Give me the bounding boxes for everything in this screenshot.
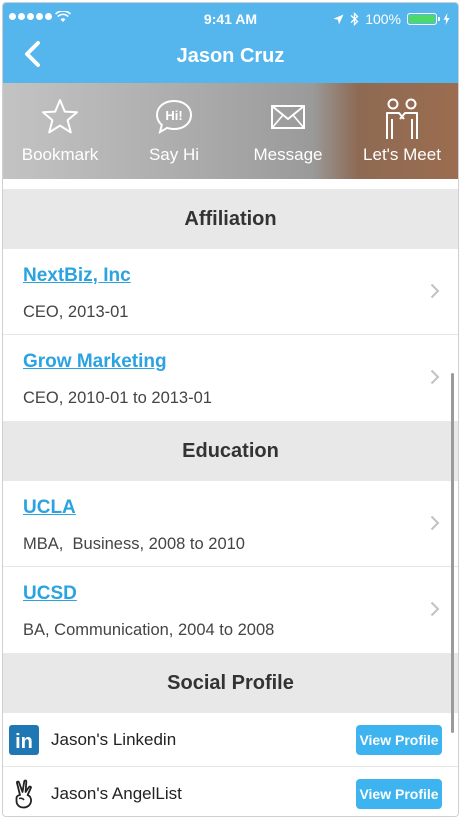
envelope-icon xyxy=(271,105,305,129)
affiliation-name-link[interactable]: Grow Marketing xyxy=(23,351,167,373)
social-profile-name: Jason's Linkedin xyxy=(51,730,177,749)
page-title: Jason Cruz xyxy=(176,45,285,67)
bookmark-label: Bookmark xyxy=(21,145,99,164)
top-bar: 9:41 AM 100% Jason Cruz xyxy=(3,3,458,83)
linkedin-icon: in xyxy=(9,725,39,755)
message-button[interactable]: Message xyxy=(231,83,345,179)
lets-meet-button[interactable]: Let's Meet xyxy=(345,83,458,179)
say-hi-icon: Hi! xyxy=(155,99,193,135)
affiliation-item[interactable]: Grow Marketing CEO, 2010-01 to 2013-01 xyxy=(3,335,458,421)
chevron-right-icon xyxy=(430,601,440,617)
linkedin-icon-text: in xyxy=(15,731,33,753)
bookmark-button[interactable]: Bookmark xyxy=(3,83,117,179)
say-hi-label: Say Hi xyxy=(148,145,200,164)
social-profile-row: in Jason's Linkedin View Profile xyxy=(3,713,458,767)
battery-icon xyxy=(407,13,440,25)
bluetooth-icon xyxy=(350,12,359,26)
affiliation-detail: CEO, 2013-01 xyxy=(23,303,129,321)
message-label: Message xyxy=(253,145,323,164)
star-icon xyxy=(42,99,78,134)
status-bar: 9:41 AM 100% xyxy=(3,3,458,33)
chevron-right-icon xyxy=(430,369,440,385)
say-hi-button[interactable]: Hi! Say Hi xyxy=(117,83,231,179)
affiliation-name-link[interactable]: NextBiz, Inc xyxy=(23,265,131,287)
handshake-icon xyxy=(386,98,418,139)
scrollbar[interactable] xyxy=(451,373,454,733)
location-arrow-icon xyxy=(333,14,344,24)
education-name-link[interactable]: UCLA xyxy=(23,497,76,519)
section-header-social-profile: Social Profile xyxy=(3,653,458,713)
view-profile-button[interactable]: View Profile xyxy=(356,725,442,755)
social-profile-name: Jason's AngelList xyxy=(51,784,182,803)
social-profile-row: Jason's AngelList View Profile xyxy=(3,767,458,816)
angellist-icon xyxy=(15,779,32,809)
section-header-affiliation: Affiliation xyxy=(3,189,458,249)
section-header-education: Education xyxy=(3,421,458,481)
app-frame: 9:41 AM 100% Jason Cruz Bookmark Hi! Say… xyxy=(2,2,459,817)
charging-icon xyxy=(443,13,450,25)
affiliation-item[interactable]: NextBiz, Inc CEO, 2013-01 xyxy=(3,249,458,335)
education-item[interactable]: UCLA MBA, Business, 2008 to 2010 xyxy=(3,481,458,567)
spacer xyxy=(3,179,458,189)
education-item[interactable]: UCSD BA, Communication, 2004 to 2008 xyxy=(3,567,458,653)
education-detail: MBA, Business, 2008 to 2010 xyxy=(23,535,245,553)
lets-meet-label: Let's Meet xyxy=(363,145,441,164)
chevron-right-icon xyxy=(430,283,440,299)
battery-percent: 100% xyxy=(365,11,401,27)
action-bar: Bookmark Hi! Say Hi Message Let's Meet xyxy=(3,83,458,179)
view-profile-button[interactable]: View Profile xyxy=(356,779,442,809)
education-name-link[interactable]: UCSD xyxy=(23,583,77,605)
profile-scroll-content[interactable]: Affiliation NextBiz, Inc CEO, 2013-01 Gr… xyxy=(3,179,458,816)
chevron-right-icon xyxy=(430,515,440,531)
say-hi-bubble-text: Hi! xyxy=(165,108,182,123)
education-detail: BA, Communication, 2004 to 2008 xyxy=(23,621,275,639)
status-right: 100% xyxy=(333,11,450,27)
affiliation-detail: CEO, 2010-01 to 2013-01 xyxy=(23,389,212,407)
